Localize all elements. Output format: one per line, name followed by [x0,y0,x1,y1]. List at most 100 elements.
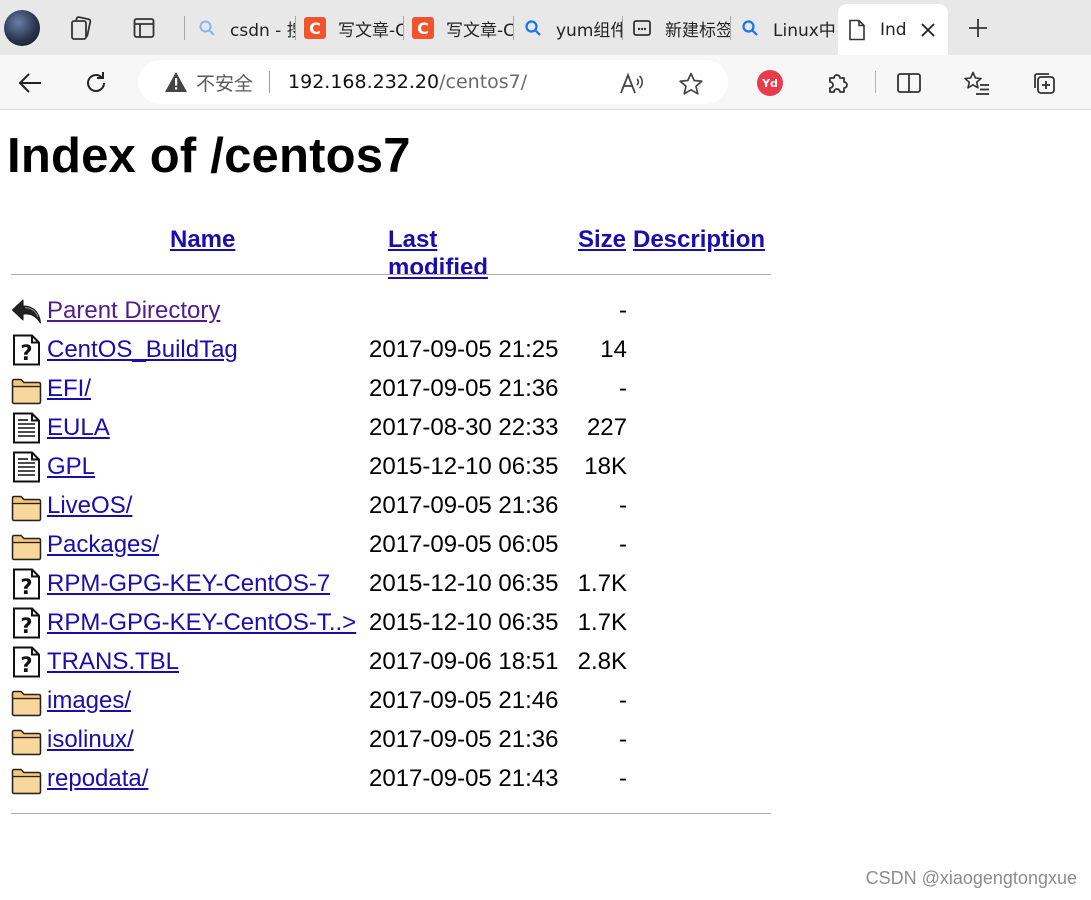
back-arrow-icon[interactable] [11,295,42,327]
favorites-list-icon[interactable] [961,67,993,99]
tab-title: Ind [880,19,907,40]
file-link[interactable]: RPM-GPG-KEY-CentOS-7 [47,570,330,598]
tab-csdn-write-2[interactable]: C 写文章-C [404,10,514,46]
file-link[interactable]: TRANS.TBL [47,648,179,676]
tab-title: csdn - 搜 [230,20,296,41]
page-icon [846,19,868,41]
size-cell: - [619,531,627,558]
file-link[interactable]: EFI/ [47,375,91,403]
collections-icon[interactable] [66,13,96,43]
last-modified-cell: 2015-12-10 06:35 [369,609,559,636]
size-cell: 18K [584,453,627,480]
table-row: Parent Directory - [0,293,780,329]
tab-title: 新建标签 [665,20,731,41]
folder-icon[interactable] [11,685,42,717]
split-screen-icon[interactable] [893,67,925,99]
table-row: GPL 2015-12-10 06:35 18K [0,449,780,485]
unknown-file-icon[interactable]: ? [11,646,42,678]
file-link[interactable]: repodata/ [47,765,148,793]
file-link[interactable]: Packages/ [47,531,159,559]
size-cell: 227 [586,414,627,441]
size-cell: 14 [600,336,627,363]
unknown-file-icon[interactable]: ? [11,568,42,600]
tab-csdn-write-1[interactable]: C 写文章-C [296,10,404,46]
folder-icon[interactable] [11,724,42,756]
size-cell: 1.7K [577,609,627,636]
text-file-icon[interactable] [11,451,42,483]
page-title: Index of /centos7 [7,129,411,183]
last-modified-cell: 2017-08-30 22:33 [369,414,559,441]
last-modified-cell: 2015-12-10 06:35 [369,570,559,597]
column-header-description[interactable]: Description [633,226,765,254]
table-row: ? CentOS_BuildTag 2017-09-05 21:25 14 [0,332,780,368]
warning-icon[interactable] [164,70,188,94]
youdao-extension-icon[interactable]: Yd [757,70,783,96]
tab-new-tab[interactable]: 新建标签 [623,10,731,46]
tab-yum[interactable]: yum组件 [514,10,623,46]
table-row: LiveOS/2017-09-05 21:36 - [0,488,780,524]
column-header-size[interactable]: Size [578,226,626,254]
url-host[interactable]: 192.168.232.20 [288,71,439,93]
folder-icon[interactable] [11,490,42,522]
size-cell: - [619,375,627,402]
new-tab-button[interactable] [963,13,993,43]
table-row: ? RPM-GPG-KEY-CentOS-T..> 2015-12-10 06:35… [0,605,780,641]
search-icon [522,17,544,39]
tab-index-active[interactable]: Ind [838,4,948,55]
file-link[interactable]: images/ [47,687,131,715]
profile-avatar[interactable] [4,10,40,46]
last-modified-cell: 2017-09-05 21:36 [369,492,559,519]
tab-title: yum组件 [556,20,623,41]
favorite-star-icon[interactable] [677,70,705,98]
tab-title: Linux中 [773,20,835,41]
column-header-name[interactable]: Name [170,226,235,254]
header-divider [11,274,771,275]
tab-csdn-search[interactable]: csdn - 搜 [188,10,296,46]
table-row: ? RPM-GPG-KEY-CentOS-7 2015-12-10 06:35 1.7… [0,566,780,602]
watermark: CSDN @xiaogengtongxue [865,868,1077,888]
address-bar[interactable]: 不安全 192.168.232.20/centos7/ [138,60,728,104]
file-link[interactable]: GPL [47,453,95,481]
size-cell: - [619,765,627,792]
close-tab-icon[interactable] [918,20,938,40]
insecure-label[interactable]: 不安全 [196,69,253,96]
folder-icon[interactable] [11,373,42,405]
folder-icon[interactable] [11,763,42,795]
csdn-c-icon: C [304,17,326,39]
file-link[interactable]: Parent Directory [47,297,220,325]
tab-linux[interactable]: Linux中 [731,10,835,46]
unknown-file-icon[interactable]: ? [11,607,42,639]
url-path[interactable]: /centos7/ [439,71,527,93]
size-cell: 1.7K [577,570,627,597]
csdn-c-icon: C [412,17,434,39]
svg-text:?: ? [20,653,32,677]
file-link[interactable]: LiveOS/ [47,492,132,520]
tab-divider [184,16,185,40]
folder-icon[interactable] [11,529,42,561]
last-modified-cell: 2017-09-05 21:36 [369,726,559,753]
back-button[interactable] [14,67,46,99]
table-row: EULA 2017-08-30 22:33 227 [0,410,780,446]
last-modified-cell: 2017-09-05 21:46 [369,687,559,714]
read-aloud-icon[interactable] [618,70,646,98]
extensions-puzzle-icon[interactable] [822,67,854,99]
file-link[interactable]: EULA [47,414,110,442]
tab-title: 写文章-C [446,20,514,41]
table-row: ? TRANS.TBL 2017-09-06 18:51 2.8K [0,644,780,680]
collections-add-icon[interactable] [1028,67,1060,99]
toolbar-divider [875,71,876,93]
new-tab-icon [631,17,653,39]
unknown-file-icon[interactable]: ? [11,334,42,366]
size-cell: - [619,297,627,324]
footer-divider [11,813,771,814]
text-file-icon[interactable] [11,412,42,444]
file-link[interactable]: isolinux/ [47,726,134,754]
file-link[interactable]: CentOS_BuildTag [47,336,238,364]
size-cell: - [619,726,627,753]
table-row: repodata/2017-09-05 21:43 - [0,761,780,797]
size-cell: 2.8K [577,648,627,675]
file-link[interactable]: RPM-GPG-KEY-CentOS-T..> [47,609,356,637]
size-cell: - [619,492,627,519]
vertical-tabs-icon[interactable] [129,13,159,43]
refresh-button[interactable] [80,67,112,99]
